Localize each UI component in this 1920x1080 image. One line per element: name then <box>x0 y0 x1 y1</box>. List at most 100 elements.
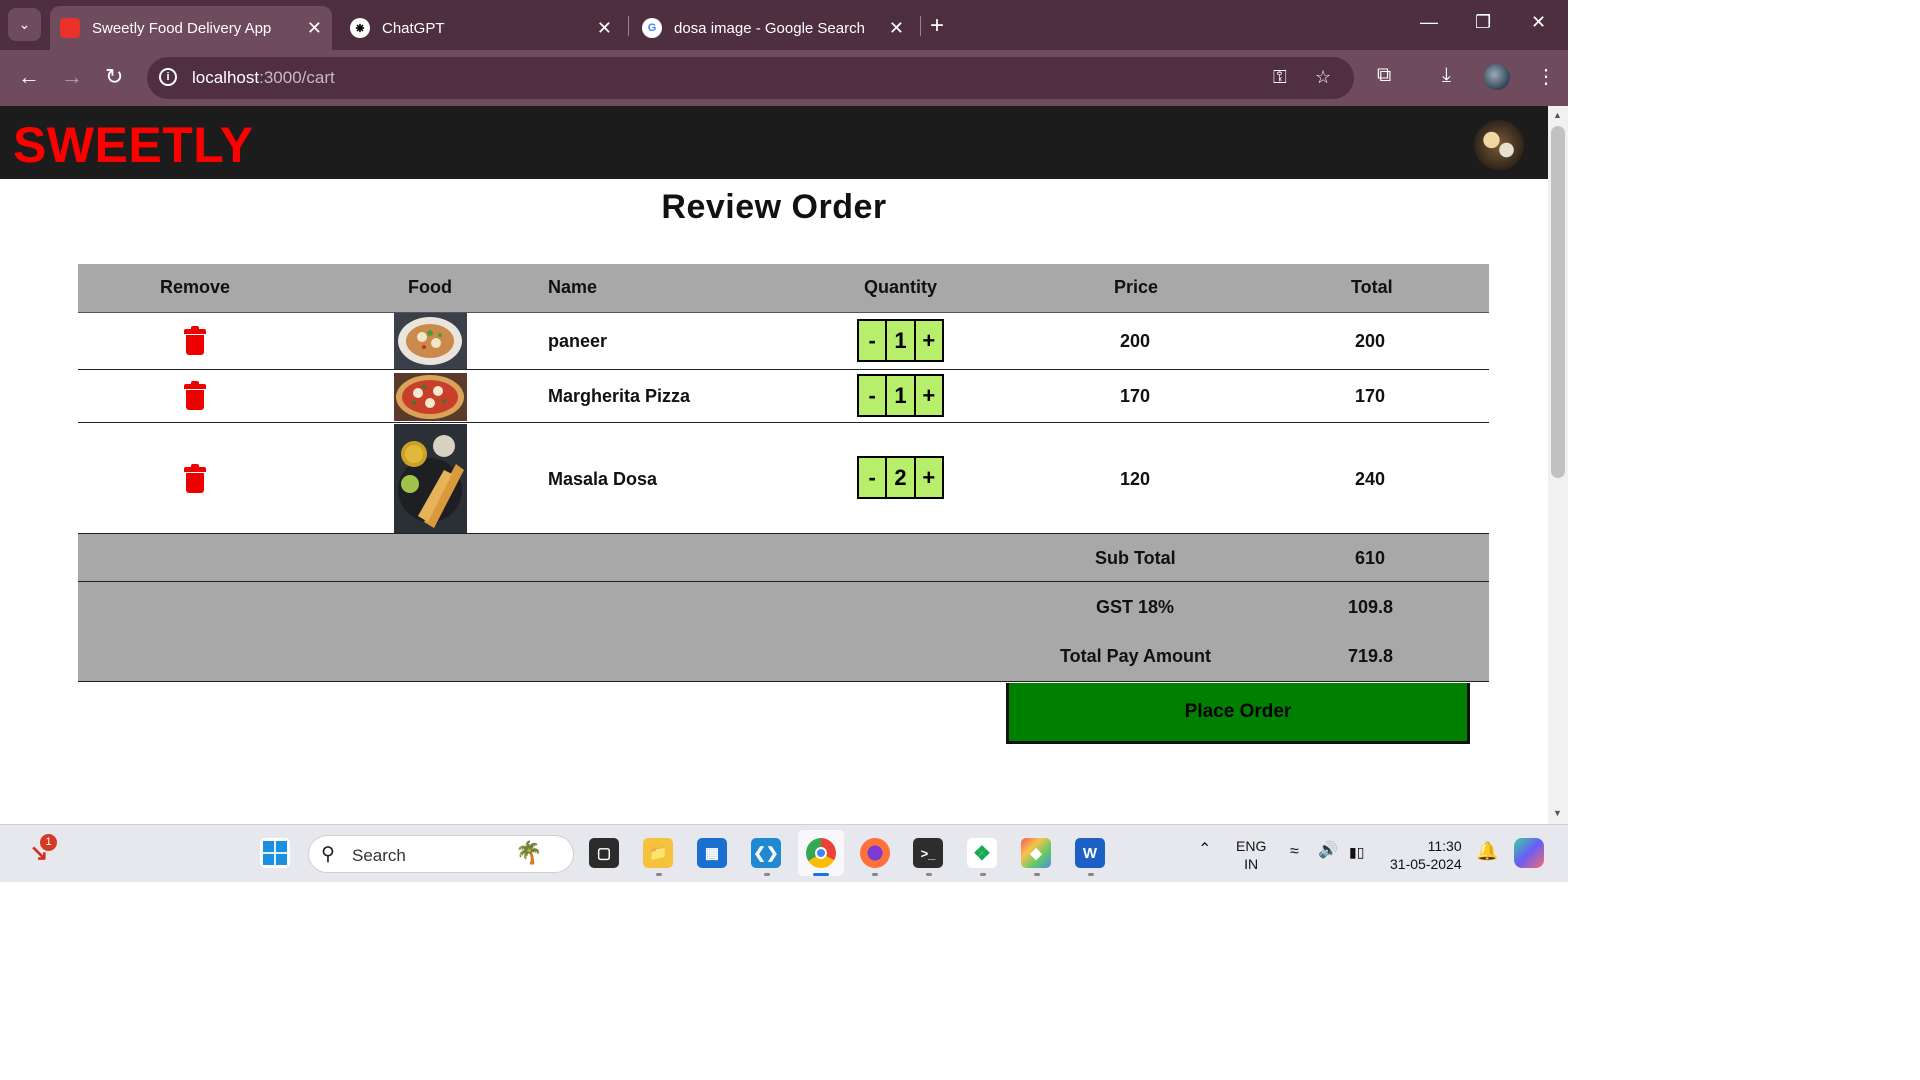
new-tab-icon[interactable]: + <box>930 12 944 40</box>
wifi-icon[interactable]: ≈ <box>1290 843 1299 861</box>
subtotal-label: Sub Total <box>1095 548 1176 568</box>
quantity-stepper: - 2 + <box>857 456 944 499</box>
paneer-dish-photo <box>394 313 467 369</box>
user-avatar[interactable] <box>1474 120 1524 170</box>
reload-icon[interactable]: ↻ <box>105 64 123 90</box>
tab-google-search[interactable]: G dosa image - Google Search ✕ <box>632 6 914 50</box>
quantity-value: 1 <box>887 321 914 360</box>
browser-toolbar: ← → ↻ i localhost:3000/cart ⚿ ☆ ⧉ ⤓ ⋮ <box>0 50 1568 106</box>
battery-icon[interactable]: ▮▯ <box>1349 843 1364 861</box>
site-info-icon[interactable]: i <box>159 68 177 86</box>
taskbar-running-indicator <box>1034 873 1040 876</box>
remove-trash-icon[interactable] <box>184 464 206 493</box>
task-view-icon[interactable]: ▢ <box>589 838 619 868</box>
brand-logo[interactable]: SWEETLY <box>13 116 254 174</box>
show-hidden-icons-chevron-icon[interactable]: ⌃ <box>1198 841 1211 859</box>
extensions-icon[interactable]: ⧉ <box>1377 64 1391 87</box>
tab-title: dosa image - Google Search <box>674 19 865 37</box>
table-row: Margherita Pizza - 1 + 170 170 <box>78 371 1489 423</box>
total-pay-value: 719.8 <box>1348 646 1394 666</box>
item-total: 240 <box>1355 469 1386 489</box>
header-name: Name <box>548 277 598 297</box>
close-tab-icon[interactable]: ✕ <box>597 18 612 39</box>
food-image <box>394 424 467 535</box>
taskbar-running-indicator <box>656 873 662 876</box>
item-name: Margherita Pizza <box>548 386 691 406</box>
quantity-stepper: - 1 + <box>857 374 944 417</box>
remove-trash-icon[interactable] <box>184 326 206 355</box>
scroll-down-icon[interactable]: ▼ <box>1553 808 1562 818</box>
tab-title: ChatGPT <box>382 19 445 37</box>
word-icon[interactable]: W <box>1075 838 1105 868</box>
scrollbar-thumb[interactable] <box>1551 126 1565 478</box>
header-quantity: Quantity <box>864 277 938 297</box>
increase-quantity-button[interactable]: + <box>915 376 942 415</box>
pizza-photo <box>394 373 467 421</box>
profile-avatar[interactable] <box>1484 64 1510 90</box>
search-icon: ⚲ <box>321 844 335 865</box>
chrome-menu-icon[interactable]: ⋮ <box>1536 64 1556 89</box>
tab-divider <box>920 16 921 36</box>
password-key-icon[interactable]: ⚿ <box>1273 67 1287 88</box>
decrease-quantity-button[interactable]: - <box>859 376 886 415</box>
firefox-icon[interactable] <box>860 838 890 868</box>
bookmark-star-icon[interactable]: ☆ <box>1315 67 1331 88</box>
notification-badge: 1 <box>40 834 57 851</box>
microsoft-store-icon[interactable]: ▦ <box>697 838 727 868</box>
item-name: paneer <box>548 331 608 351</box>
clock-time: 11:30 <box>1427 838 1462 854</box>
page-scrollbar[interactable]: ▲ ▼ <box>1548 106 1568 824</box>
item-price: 170 <box>1120 386 1151 406</box>
item-price: 120 <box>1120 469 1151 489</box>
language-indicator[interactable]: ENG IN <box>1236 837 1266 873</box>
browser-tab-bar: ⌄ Sweetly Food Delivery App ✕ ❋ ChatGPT … <box>0 0 1568 50</box>
windows-start-icon[interactable] <box>260 838 290 868</box>
header-total: Total <box>1351 277 1393 297</box>
gst-value: 109.8 <box>1348 597 1394 617</box>
region-code: IN <box>1244 856 1259 872</box>
item-price: 200 <box>1120 331 1151 351</box>
taskbar-running-indicator <box>872 873 878 876</box>
increase-quantity-button[interactable]: + <box>915 458 942 497</box>
git-client-icon[interactable]: ◆ <box>1021 838 1051 868</box>
address-bar[interactable]: i localhost:3000/cart ⚿ ☆ <box>147 57 1354 99</box>
quantity-value: 1 <box>887 376 914 415</box>
decrease-quantity-button[interactable]: - <box>859 321 886 360</box>
clock[interactable]: 11:30 31-05-2024 <box>1390 837 1462 873</box>
close-window-icon[interactable]: ✕ <box>1531 12 1546 33</box>
vscode-icon[interactable]: ❮❯ <box>751 838 781 868</box>
taskbar-active-indicator <box>813 873 829 876</box>
decrease-quantity-button[interactable]: - <box>859 458 886 497</box>
remove-trash-icon[interactable] <box>184 381 206 410</box>
beach-hammock-icon: 🌴 <box>515 840 543 865</box>
table-row: paneer - 1 + 200 200 <box>78 313 1489 370</box>
web-page: SWEETLY Review Order Remove Food Name Qu… <box>0 106 1548 824</box>
quantity-value: 2 <box>887 458 914 497</box>
tab-search-button[interactable]: ⌄ <box>8 8 41 41</box>
place-order-button[interactable]: Place Order <box>1006 683 1470 744</box>
notification-bell-icon[interactable]: 🔔 <box>1476 842 1498 860</box>
increase-quantity-button[interactable]: + <box>915 321 942 360</box>
forward-arrow-icon[interactable]: → <box>61 64 83 90</box>
chrome-icon[interactable] <box>806 838 836 868</box>
copilot-icon[interactable] <box>1514 838 1544 868</box>
taskbar-running-indicator <box>764 873 770 876</box>
scroll-up-icon[interactable]: ▲ <box>1553 110 1562 120</box>
volume-icon[interactable]: 🔊 <box>1318 842 1338 860</box>
tab-chatgpt[interactable]: ❋ ChatGPT ✕ <box>340 6 622 50</box>
back-arrow-icon[interactable]: ← <box>18 64 40 90</box>
file-explorer-icon[interactable]: 📁 <box>643 838 673 868</box>
download-icon[interactable]: ⤓ <box>1442 64 1451 87</box>
mongodb-compass-icon[interactable]: ❖ <box>967 838 997 868</box>
tab-sweetly[interactable]: Sweetly Food Delivery App ✕ <box>50 6 332 50</box>
minimize-icon[interactable]: — <box>1420 12 1438 33</box>
taskbar-running-indicator <box>980 873 986 876</box>
taskbar-search-box[interactable]: ⚲ Search 🌴 <box>308 835 574 873</box>
lang-code: ENG <box>1236 838 1267 854</box>
terminal-icon[interactable]: >_ <box>913 838 943 868</box>
restore-icon[interactable]: ❐ <box>1475 12 1491 33</box>
close-tab-icon[interactable]: ✕ <box>889 18 904 39</box>
close-tab-icon[interactable]: ✕ <box>307 18 322 39</box>
subtotal-row: Sub Total 610 <box>78 533 1489 582</box>
subtotal-value: 610 <box>1355 548 1386 568</box>
